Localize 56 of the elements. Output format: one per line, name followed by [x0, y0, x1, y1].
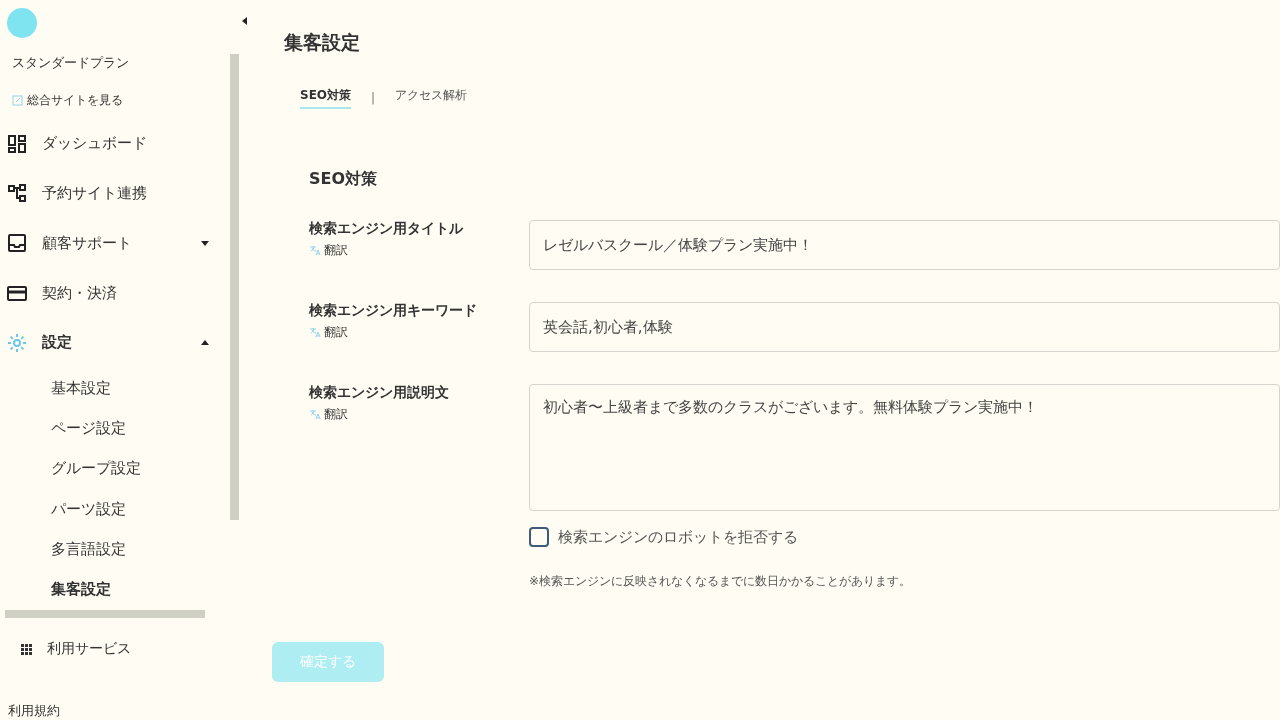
- site-link[interactable]: 総合サイトを見る: [0, 82, 229, 119]
- scrollbar[interactable]: [5, 610, 205, 618]
- translate-label: 翻訳: [324, 406, 348, 423]
- translate-icon: [309, 409, 321, 420]
- caret-icon: [201, 340, 209, 346]
- nav-subitem[interactable]: 集客設定: [0, 569, 229, 610]
- translate-icon: [309, 245, 321, 256]
- nav-item[interactable]: ダッシュボード: [0, 118, 229, 169]
- tab[interactable]: アクセス解析: [395, 87, 468, 109]
- inbox-icon: [7, 233, 27, 254]
- nav-label: ダッシュボード: [42, 134, 148, 154]
- field-label: 検索エンジン用タイトル: [309, 220, 464, 238]
- translate-label: 翻訳: [324, 324, 348, 341]
- text-field[interactable]: レゼルバスクール／体験プラン実施中！: [529, 220, 1280, 270]
- text-field[interactable]: 英会話,初心者,体験: [529, 302, 1280, 352]
- terms-link[interactable]: 利用規約: [0, 658, 245, 720]
- nav-item[interactable]: 契約・決済: [0, 268, 229, 318]
- grid-icon: [7, 133, 27, 154]
- field-label: 検索エンジン用説明文: [309, 384, 450, 402]
- checkbox-label: 検索エンジンのロボットを拒否する: [558, 527, 798, 547]
- collapse-icon[interactable]: [242, 17, 247, 25]
- nav-subitem[interactable]: ページ設定: [0, 408, 229, 449]
- page-title: 集客設定: [284, 30, 361, 55]
- note-text: ※検索エンジンに反映されなくなるまでに数日かかることがあります。: [529, 573, 913, 590]
- nav-label: 契約・決済: [42, 283, 118, 303]
- translate-link[interactable]: 翻訳: [309, 242, 529, 259]
- nav-subitem[interactable]: 基本設定: [0, 367, 229, 409]
- nav-label: 予約サイト連携: [42, 183, 148, 203]
- translate-link[interactable]: 翻訳: [309, 406, 529, 423]
- nav-item[interactable]: 予約サイト連携: [0, 168, 229, 219]
- nav-item[interactable]: 顧客サポート: [0, 218, 229, 269]
- tab-separator: |: [371, 91, 376, 105]
- plan-name: スタンダードプラン: [11, 53, 130, 72]
- tab[interactable]: SEO対策: [300, 87, 352, 109]
- translate-label: 翻訳: [324, 242, 348, 259]
- external-link-icon: [12, 95, 23, 107]
- network-icon: [7, 183, 27, 204]
- nav-label: 設定: [42, 333, 73, 353]
- nav-label: 顧客サポート: [42, 233, 133, 253]
- nav-subitem[interactable]: グループ設定: [0, 448, 229, 489]
- nav-item[interactable]: 設定: [0, 318, 229, 368]
- scrollbar[interactable]: [229, 53, 239, 520]
- site-link-label: 総合サイトを見る: [27, 92, 123, 110]
- checkbox[interactable]: [529, 527, 549, 547]
- field-label: 検索エンジン用キーワード: [309, 302, 478, 320]
- nav-subitem[interactable]: パーツ設定: [0, 488, 229, 530]
- caret-icon: [201, 240, 209, 246]
- card-icon: [7, 283, 27, 304]
- translate-link[interactable]: 翻訳: [309, 324, 529, 341]
- description-field[interactable]: 初心者〜上級者まで多数のクラスがございます。無料体験プラン実施中！: [529, 384, 1280, 511]
- apps-icon[interactable]: [21, 643, 32, 655]
- translate-icon: [309, 327, 321, 338]
- section-title: SEO対策: [309, 169, 379, 190]
- nav-subitem[interactable]: 多言語設定: [0, 529, 229, 570]
- services-link[interactable]: 利用サービス: [47, 640, 131, 658]
- settings-icon: [7, 332, 27, 353]
